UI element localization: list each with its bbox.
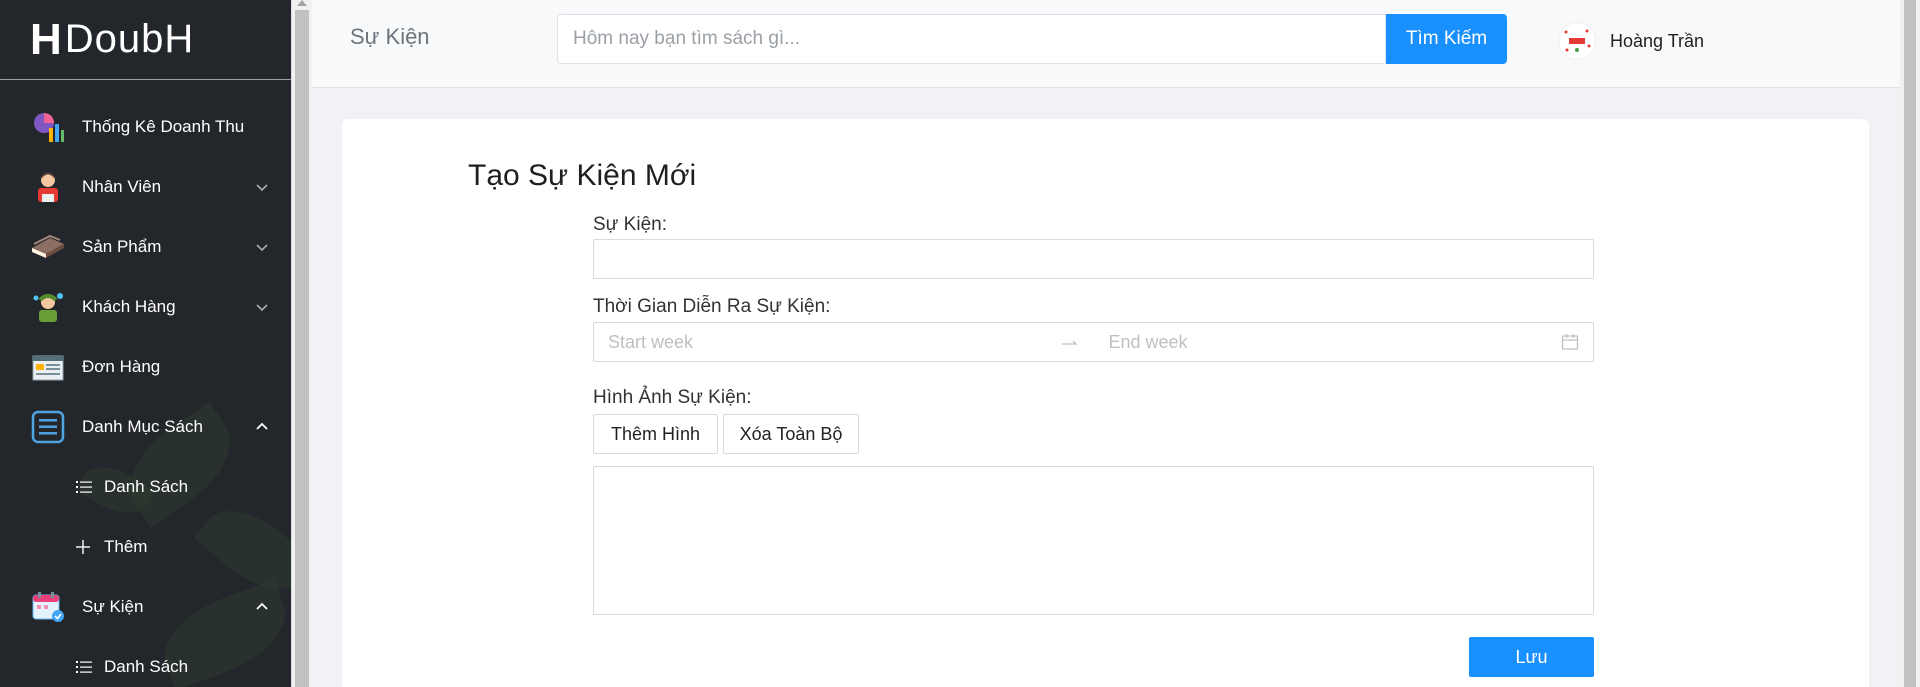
- books-icon: [30, 229, 66, 265]
- sidebar-item-employees[interactable]: Nhân Viên: [0, 157, 291, 217]
- sidebar-item-events[interactable]: Sự Kiện: [0, 577, 291, 637]
- avatar-logo-icon: [1562, 26, 1592, 56]
- search-input[interactable]: [557, 14, 1386, 64]
- plus-icon: [76, 540, 92, 554]
- sidebar-item-label: Sự Kiện: [82, 597, 144, 616]
- sidebar-item-products[interactable]: Sản Phẩm: [0, 217, 291, 277]
- search-button[interactable]: Tìm Kiếm: [1386, 14, 1507, 64]
- calendar-icon: [30, 589, 66, 625]
- chevron-down-icon: [256, 184, 268, 192]
- image-preview-area[interactable]: [593, 466, 1594, 615]
- bullet-list-icon: [76, 660, 92, 674]
- chevron-down-icon: [256, 244, 268, 252]
- event-name-input[interactable]: [593, 239, 1594, 279]
- end-week-input[interactable]: End week: [1109, 332, 1562, 353]
- sidebar-item-revenue[interactable]: Thống Kê Doanh Thu: [0, 97, 291, 157]
- user-name: Hoàng Trần: [1610, 30, 1705, 51]
- sidebar-item-label: Khách Hàng: [82, 297, 176, 316]
- top-header: Sự Kiện Tìm Kiếm Hoàng Trần: [312, 0, 1900, 88]
- customer-icon: [30, 289, 66, 325]
- sidebar-subitem-label: Danh Sách: [104, 657, 189, 676]
- scroll-up-arrow-icon[interactable]: [297, 0, 307, 6]
- order-icon: [30, 349, 66, 385]
- chart-icon: [30, 109, 66, 145]
- sidebar-item-label: Sản Phẩm: [82, 237, 162, 256]
- sidebar-item-label: Thống Kê Doanh Thu: [82, 117, 245, 136]
- event-time-label: Thời Gian Diễn Ra Sự Kiện:: [593, 296, 831, 317]
- sidebar-item-book-categories[interactable]: Danh Mục Sách: [0, 397, 291, 457]
- event-date-range-picker[interactable]: Start week End week: [593, 322, 1594, 362]
- sidebar-subitem-label: Danh Sách: [104, 477, 189, 496]
- event-image-label: Hình Ảnh Sự Kiện:: [593, 387, 752, 408]
- avatar[interactable]: [1558, 22, 1596, 60]
- sidebar-item-orders[interactable]: Đơn Hàng: [0, 337, 291, 397]
- page-scrollbar[interactable]: [1900, 0, 1920, 687]
- sidebar-subitem-label: Thêm: [104, 537, 148, 556]
- clear-all-images-button[interactable]: Xóa Toàn Bộ: [723, 414, 859, 454]
- sidebar-item-customers[interactable]: Khách Hàng: [0, 277, 291, 337]
- chevron-down-icon: [256, 304, 268, 312]
- sidebar-subitem-event-list[interactable]: Danh Sách: [0, 637, 291, 687]
- event-name-label: Sự Kiện:: [593, 214, 667, 235]
- sidebar-item-label: Nhân Viên: [82, 177, 162, 196]
- logo-text: DoubH: [64, 17, 195, 61]
- calendar-icon[interactable]: [1561, 333, 1579, 351]
- form-heading: Tạo Sự Kiện Mới: [468, 159, 697, 192]
- list-icon: [30, 409, 66, 445]
- scrollbar-thumb[interactable]: [295, 10, 309, 687]
- page-title: Sự Kiện: [350, 24, 430, 49]
- scrollbar-thumb[interactable]: [1904, 0, 1916, 687]
- create-event-card: Tạo Sự Kiện Mới Sự Kiện: Thời Gian Diễn …: [342, 119, 1869, 687]
- app-logo[interactable]: H DoubH: [0, 0, 291, 80]
- add-image-button[interactable]: Thêm Hình: [593, 414, 718, 454]
- bullet-list-icon: [76, 480, 92, 494]
- sidebar-item-label: Danh Mục Sách: [82, 417, 203, 436]
- range-arrow-icon: [1061, 333, 1093, 351]
- sidebar-item-label: Đơn Hàng: [82, 357, 161, 376]
- start-week-input[interactable]: Start week: [608, 332, 1061, 353]
- chevron-up-icon: [256, 602, 268, 610]
- user-menu[interactable]: Hoàng Trần: [1558, 22, 1704, 60]
- save-button[interactable]: Lưu: [1469, 637, 1594, 677]
- sidebar: H DoubH Thống Kê Doanh Thu Nhân Viên Sản…: [0, 0, 291, 687]
- sidebar-scrollbar[interactable]: [291, 0, 311, 687]
- chevron-up-icon: [256, 422, 268, 430]
- employee-icon: [30, 169, 66, 205]
- sidebar-menu: Thống Kê Doanh Thu Nhân Viên Sản Phẩm Kh…: [0, 80, 291, 687]
- sidebar-subitem-category-add[interactable]: Thêm: [0, 517, 291, 577]
- sidebar-subitem-category-list[interactable]: Danh Sách: [0, 457, 291, 517]
- logo-mark-icon: H: [30, 14, 63, 64]
